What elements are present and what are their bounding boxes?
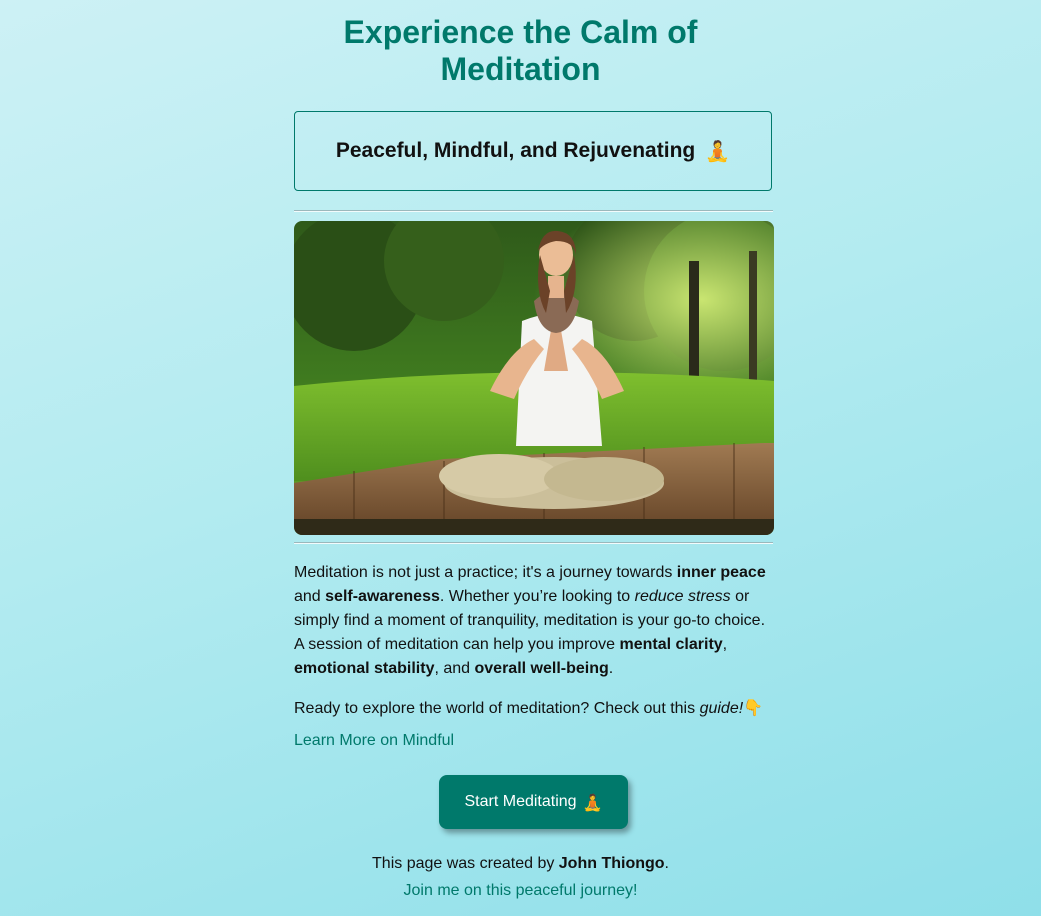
intro-bold-overall-well-being: overall well-being bbox=[474, 660, 609, 677]
author-name: John Thiongo bbox=[558, 855, 665, 872]
footer-credit: This page was created by John Thiongo. bbox=[0, 850, 1041, 877]
footer-credit-suffix: . bbox=[664, 855, 669, 872]
intro-bold-inner-peace: inner peace bbox=[676, 564, 766, 581]
meditation-icon: 🧘 bbox=[705, 139, 731, 163]
footer: This page was created by John Thiongo. J… bbox=[0, 850, 1041, 904]
cta-paragraph: Ready to explore the world of meditation… bbox=[294, 696, 774, 721]
page: Experience the Calm of Meditation Peacef… bbox=[0, 0, 1041, 916]
intro-text-2: and bbox=[294, 588, 326, 605]
intro-text-1: Meditation is not just a practice; it's … bbox=[294, 564, 677, 581]
cta-text: Ready to explore the world of meditation… bbox=[294, 700, 700, 717]
footer-credit-prefix: This page was created by bbox=[372, 855, 559, 872]
intro-text-3: . Whether you’re looking to bbox=[439, 588, 635, 605]
intro-text-6: , and bbox=[434, 660, 475, 677]
intro-bold-self-awareness: self-awareness bbox=[325, 588, 440, 605]
intro-bold-emotional-stability: emotional stability bbox=[294, 660, 435, 677]
start-meditating-button[interactable]: Start Meditating 🧘 bbox=[439, 775, 628, 829]
meditating-woman-photo bbox=[294, 221, 774, 535]
intro-italic-reduce-stress: reduce stress bbox=[634, 588, 731, 605]
divider-top bbox=[294, 210, 773, 212]
meditation-icon: 🧘 bbox=[582, 792, 603, 812]
divider-bottom bbox=[294, 542, 773, 544]
join-journey-link[interactable]: Join me on this peaceful journey! bbox=[404, 882, 638, 899]
page-title-line-2: Meditation bbox=[440, 51, 601, 87]
cta-italic-guide: guide! bbox=[699, 700, 744, 717]
learn-more-link[interactable]: Learn More on Mindful bbox=[294, 732, 454, 750]
intro-paragraph: Meditation is not just a practice; it's … bbox=[294, 561, 774, 681]
page-title-line-1: Experience the Calm of bbox=[343, 14, 698, 50]
meditating-woman-illustration bbox=[294, 221, 774, 535]
pointing-down-icon: 👇 bbox=[743, 698, 764, 717]
intro-bold-mental-clarity: mental clarity bbox=[619, 636, 723, 653]
intro-text-5: , bbox=[722, 636, 728, 653]
intro-text-7: . bbox=[608, 660, 614, 677]
start-meditating-label: Start Meditating bbox=[464, 793, 577, 810]
subtitle-text: Peaceful, Mindful, and Rejuvenating bbox=[335, 139, 696, 162]
subtitle-box: Peaceful, Mindful, and Rejuvenating 🧘 bbox=[294, 111, 772, 191]
page-title: Experience the Calm of Meditation bbox=[0, 14, 1041, 88]
